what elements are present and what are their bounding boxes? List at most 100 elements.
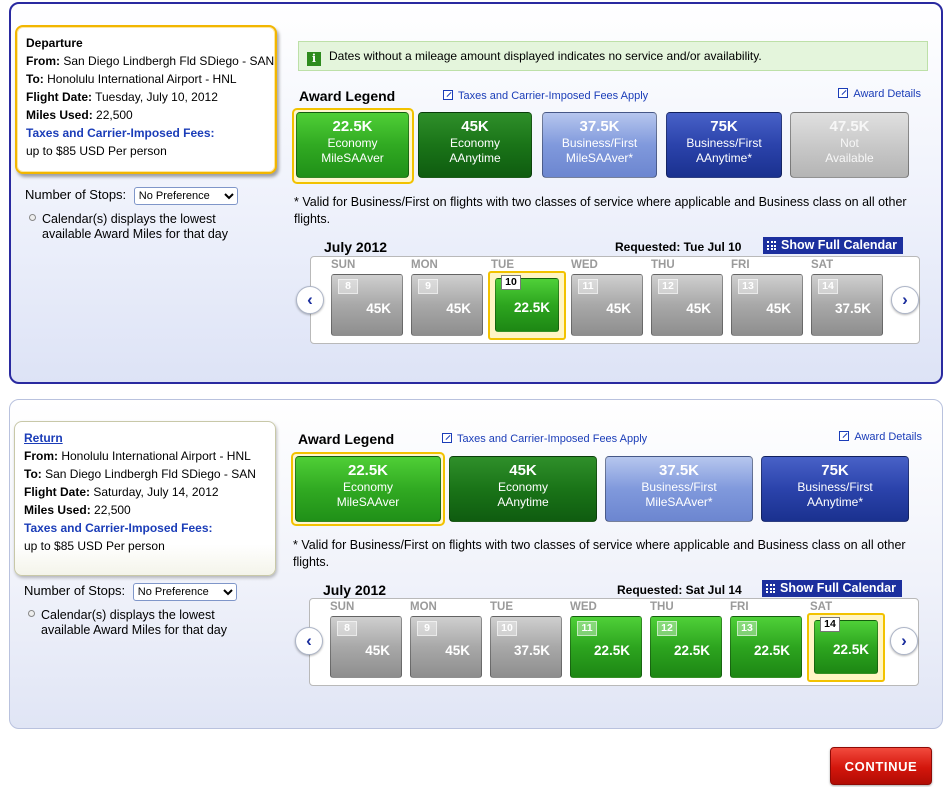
to-value: San Diego Lindbergh Fld SDiego - SAN — [45, 467, 256, 481]
legend-business-anytime[interactable]: 75K Business/First AAnytime* — [666, 112, 782, 178]
calendar-day[interactable]: 11 22.5K — [570, 616, 642, 678]
from-value: Honolulu International Airport - HNL — [61, 449, 251, 463]
external-link-icon — [443, 90, 453, 100]
dow-label: SUN — [331, 259, 356, 271]
chevron-right-icon: › — [902, 290, 908, 309]
flight-date-label: Flight Date: — [26, 90, 92, 104]
requested-date: Requested: Sat Jul 14 — [617, 583, 742, 597]
return-section: Return From: Honolulu International Airp… — [9, 399, 943, 729]
dow-label: THU — [650, 601, 674, 613]
calendar-day[interactable]: 10 37.5K — [490, 616, 562, 678]
calendar-note: Calendar(s) displays the lowest availabl… — [28, 608, 258, 638]
footnote: * Valid for Business/First on flights wi… — [294, 195, 907, 226]
calendar-day-selected[interactable]: 14 22.5K — [814, 617, 878, 674]
calendar-day[interactable]: 11 45K — [571, 274, 643, 336]
flight-date-label: Flight Date: — [24, 485, 90, 499]
legend-business-saver[interactable]: 37.5K Business/First MileSAAver* — [542, 112, 657, 178]
stops-label: Number of Stops: — [24, 583, 126, 598]
legend-business-anytime[interactable]: 75K Business/First AAnytime* — [761, 456, 909, 522]
calendar-note: Calendar(s) displays the lowest availabl… — [29, 212, 259, 242]
stops-row: Number of Stops: No Preference — [25, 187, 238, 205]
next-week-button[interactable]: › — [891, 286, 919, 314]
calendar-day[interactable]: 12 22.5K — [650, 616, 722, 678]
calendar-day[interactable]: 12 45K — [651, 274, 723, 336]
dow-label: THU — [651, 259, 675, 271]
flight-date-value: Saturday, July 14, 2012 — [93, 485, 219, 499]
show-full-calendar-button[interactable]: Show Full Calendar — [762, 580, 902, 597]
from-label: From: — [24, 449, 58, 463]
from-value: San Diego Lindbergh Fld SDiego - SAN — [63, 54, 275, 68]
award-details-link[interactable]: Award Details — [838, 88, 921, 100]
calendar-day[interactable]: 13 22.5K — [730, 616, 802, 678]
fees-label: Taxes and Carrier-Imposed Fees: — [24, 521, 213, 535]
departure-section: Departure From: San Diego Lindbergh Fld … — [9, 2, 943, 384]
next-week-button[interactable]: › — [890, 627, 918, 655]
prev-week-button[interactable]: ‹ — [296, 286, 324, 314]
legend-business-saver[interactable]: 37.5K Business/First MileSAAver* — [605, 456, 753, 522]
fees-label: Taxes and Carrier-Imposed Fees: — [26, 126, 215, 140]
calendar-month: July 2012 — [324, 239, 388, 255]
external-link-icon — [442, 433, 452, 443]
footnote: * Valid for Business/First on flights wi… — [293, 538, 906, 569]
calendar-day-selected[interactable]: 10 22.5K — [495, 275, 559, 332]
fees-value: up to $85 USD Per person — [26, 144, 167, 158]
legend-economy-saver[interactable]: 22.5K Economy MileSAAver — [295, 456, 441, 522]
dow-label: TUE — [491, 259, 514, 271]
dow-label: MON — [411, 259, 438, 271]
dow-label: SAT — [810, 601, 833, 613]
chevron-left-icon: ‹ — [307, 290, 313, 309]
return-link[interactable]: Return — [24, 431, 63, 445]
legend-economy-saver[interactable]: 22.5K Economy MileSAAver — [296, 112, 409, 178]
show-full-calendar-button[interactable]: Show Full Calendar — [763, 237, 903, 254]
continue-button[interactable]: CONTINUE — [830, 747, 932, 785]
award-details-link[interactable]: Award Details — [839, 431, 922, 443]
dow-label: FRI — [731, 259, 750, 271]
to-label: To: — [24, 467, 42, 481]
dow-label: WED — [570, 601, 597, 613]
miles-used-value: 22,500 — [94, 503, 131, 517]
stops-label: Number of Stops: — [25, 187, 127, 202]
to-value: Honolulu International Airport - HNL — [47, 72, 237, 86]
legend-not-available: 47.5K Not Available — [790, 112, 909, 178]
return-info-box: Return From: Honolulu International Airp… — [14, 421, 276, 576]
calendar-day[interactable]: 14 37.5K — [811, 274, 883, 336]
legend-economy-anytime[interactable]: 45K Economy AAnytime — [449, 456, 597, 522]
legend-economy-anytime[interactable]: 45K Economy AAnytime — [418, 112, 532, 178]
miles-used-value: 22,500 — [96, 108, 133, 122]
calendar-day[interactable]: 8 45K — [330, 616, 402, 678]
dow-label: SAT — [811, 259, 834, 271]
chevron-left-icon: ‹ — [306, 631, 312, 650]
award-legend-title: Award Legend — [299, 88, 396, 104]
bullet-icon — [28, 610, 35, 617]
miles-used-label: Miles Used: — [24, 503, 91, 517]
dow-label: SUN — [330, 601, 355, 613]
dow-label: FRI — [730, 601, 749, 613]
calendar-day[interactable]: 9 45K — [411, 274, 483, 336]
stops-select[interactable]: No Preference — [133, 187, 238, 205]
calendar-month: July 2012 — [323, 582, 387, 598]
stops-row: Number of Stops: No Preference — [24, 583, 237, 601]
dow-label: WED — [571, 259, 598, 271]
info-icon: i — [307, 52, 321, 66]
availability-notice: i Dates without a mileage amount displaye… — [298, 41, 928, 71]
dow-label: MON — [410, 601, 437, 613]
calendar-note-text: Calendar(s) displays the lowest availabl… — [42, 212, 228, 241]
calendar-grid-icon — [766, 584, 775, 593]
fees-apply-link[interactable]: Taxes and Carrier-Imposed Fees Apply — [442, 433, 647, 445]
stops-select[interactable]: No Preference — [132, 583, 237, 601]
calendar-day[interactable]: 13 45K — [731, 274, 803, 336]
calendar-day[interactable]: 9 45K — [410, 616, 482, 678]
to-label: To: — [26, 72, 44, 86]
fees-value: up to $85 USD Per person — [24, 539, 165, 553]
flight-date-value: Tuesday, July 10, 2012 — [95, 90, 218, 104]
requested-date: Requested: Tue Jul 10 — [615, 240, 742, 254]
calendar-strip: SUN MON TUE WED THU FRI SAT 8 45K 9 45K 10… — [310, 256, 920, 344]
external-link-icon — [838, 88, 849, 98]
notice-text: Dates without a mileage amount displayed… — [329, 49, 762, 63]
calendar-grid-icon — [767, 241, 776, 250]
calendar-day[interactable]: 8 45K — [331, 274, 403, 336]
prev-week-button[interactable]: ‹ — [295, 627, 323, 655]
fees-apply-link[interactable]: Taxes and Carrier-Imposed Fees Apply — [443, 90, 648, 102]
miles-used-label: Miles Used: — [26, 108, 93, 122]
award-legend-title: Award Legend — [298, 431, 395, 447]
